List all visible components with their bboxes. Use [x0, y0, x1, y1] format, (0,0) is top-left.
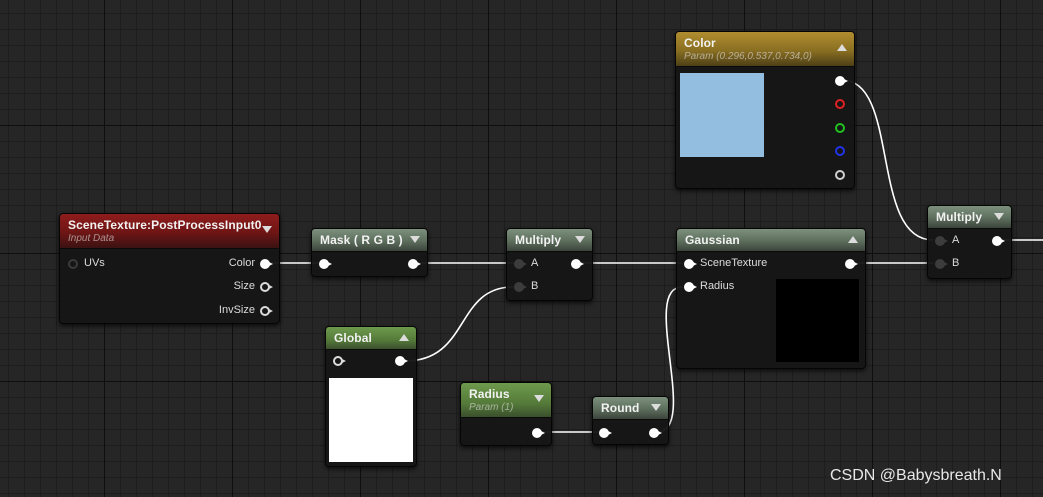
pin-label-uvs: UVs — [84, 257, 105, 269]
node-subtitle: Param (1) — [469, 402, 514, 413]
collapse-arrow-icon[interactable] — [262, 226, 272, 233]
color-param-header[interactable]: Color Param (0.296,0.537,0.734,0) — [676, 32, 854, 67]
gaussian-output-pin[interactable] — [845, 259, 858, 269]
multiply-a-input-pin[interactable] — [514, 259, 527, 269]
color-output-pin[interactable] — [260, 259, 273, 269]
pin-label-invsize: InvSize — [218, 304, 255, 316]
mask-header[interactable]: Mask ( R G B ) — [312, 229, 427, 252]
a-output-pin[interactable] — [835, 170, 845, 180]
global-output-pin[interactable] — [395, 356, 408, 366]
gaussian-header[interactable]: Gaussian — [677, 229, 865, 252]
rgb-output-pin[interactable] — [835, 76, 848, 86]
collapse-arrow-icon[interactable] — [651, 404, 661, 411]
global-header[interactable]: Global — [326, 327, 416, 350]
b-output-pin[interactable] — [835, 146, 845, 156]
pin-label-a: A — [531, 257, 539, 269]
mask-input-pin[interactable] — [319, 259, 332, 269]
multiply-b-input-pin[interactable] — [514, 282, 527, 292]
node-title: Mask ( R G B ) — [320, 233, 403, 247]
node-title: Round — [601, 401, 640, 415]
expand-arrow-icon[interactable] — [399, 334, 409, 341]
round-input-pin[interactable] — [599, 428, 612, 438]
gaussian-node[interactable]: Gaussian SceneTexture Radius — [676, 228, 866, 369]
round-node[interactable]: Round — [592, 396, 669, 445]
multiply-header[interactable]: Multiply — [928, 206, 1011, 229]
mask-output-pin[interactable] — [408, 259, 421, 269]
multiply-header[interactable]: Multiply — [507, 229, 592, 252]
expand-arrow-icon[interactable] — [837, 44, 847, 51]
multiply-a-input-pin[interactable] — [935, 236, 948, 246]
global-node[interactable]: Global — [325, 326, 417, 467]
uvs-input-pin[interactable] — [68, 259, 78, 269]
collapse-arrow-icon[interactable] — [575, 236, 585, 243]
size-output-pin[interactable] — [260, 282, 273, 292]
node-title: Gaussian — [685, 233, 740, 247]
scene-texture-node[interactable]: SceneTexture:PostProcessInput0 Input Dat… — [59, 213, 280, 324]
multiply-b-input-pin[interactable] — [935, 259, 948, 269]
pin-label-b: B — [531, 280, 539, 292]
node-title: Multiply — [515, 233, 562, 247]
multiply-output-pin[interactable] — [992, 236, 1005, 246]
scenetexture-input-pin[interactable] — [684, 259, 697, 269]
node-title: Color — [684, 36, 716, 50]
round-header[interactable]: Round — [593, 397, 668, 420]
wire-global-to-multiply-b — [404, 286, 514, 362]
collapse-arrow-icon[interactable] — [410, 236, 420, 243]
collapse-arrow-icon[interactable] — [994, 213, 1004, 220]
expand-arrow-icon[interactable] — [848, 236, 858, 243]
node-subtitle: Input Data — [68, 233, 115, 244]
pin-label-scenetexture: SceneTexture — [700, 257, 768, 269]
node-title: Global — [334, 331, 372, 345]
multiply-output-pin[interactable] — [571, 259, 584, 269]
scene-texture-header[interactable]: SceneTexture:PostProcessInput0 Input Dat… — [60, 214, 279, 249]
watermark-text: CSDN @Babysbreath.N — [830, 467, 1002, 484]
gaussian-preview-swatch — [776, 279, 859, 362]
g-output-pin[interactable] — [835, 123, 845, 133]
pin-label-radius: Radius — [700, 280, 735, 292]
pin-label-color: Color — [228, 257, 255, 269]
pin-label-size: Size — [233, 280, 255, 292]
wire-colorparam-to-multiply-a — [841, 79, 934, 241]
node-title: Multiply — [936, 210, 983, 224]
multiply-node-2[interactable]: Multiply A B — [927, 205, 1012, 279]
radius-output-pin[interactable] — [532, 428, 545, 438]
color-param-node[interactable]: Color Param (0.296,0.537,0.734,0) — [675, 31, 855, 189]
invsize-output-pin[interactable] — [260, 306, 273, 316]
global-input-pin[interactable] — [333, 356, 346, 366]
radius-param-header[interactable]: Radius Param (1) — [461, 383, 551, 418]
node-title: Radius — [469, 387, 510, 401]
node-title: SceneTexture:PostProcessInput0 — [68, 218, 262, 232]
round-output-pin[interactable] — [649, 428, 662, 438]
multiply-node-1[interactable]: Multiply A B — [506, 228, 593, 301]
radius-input-pin[interactable] — [684, 282, 697, 292]
node-subtitle: Param (0.296,0.537,0.734,0) — [684, 51, 812, 62]
color-preview-swatch — [680, 73, 764, 157]
r-output-pin[interactable] — [835, 99, 845, 109]
radius-param-node[interactable]: Radius Param (1) — [460, 382, 552, 446]
pin-label-b: B — [952, 257, 960, 269]
global-preview-swatch — [329, 378, 413, 462]
collapse-arrow-icon[interactable] — [534, 395, 544, 402]
pin-label-a: A — [952, 234, 960, 246]
mask-node[interactable]: Mask ( R G B ) — [311, 228, 428, 277]
